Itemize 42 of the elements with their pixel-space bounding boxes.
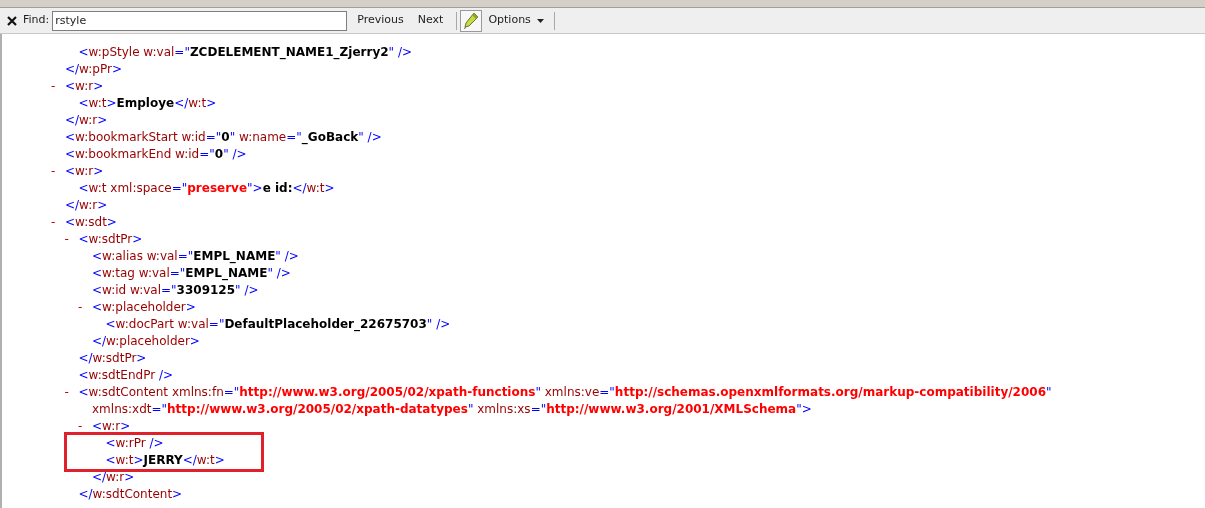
collapse-toggle[interactable]: - <box>64 231 73 248</box>
options-button[interactable]: Options <box>488 12 544 29</box>
xml-line: <w:id w:val="3309125" /> <box>92 283 259 297</box>
xml-line: <w:alias w:val="EMPL_NAME" /> <box>92 249 299 263</box>
collapse-toggle[interactable]: - <box>78 418 86 435</box>
xml-line: <w:t>JERRY</w:t> <box>105 453 225 467</box>
find-field[interactable]: rstyle <box>52 10 348 31</box>
xml-line: <w:tag w:val="EMPL_NAME" /> <box>92 266 291 280</box>
collapse-toggle[interactable]: - <box>51 78 59 95</box>
xml-line: </w:sdtContent> <box>78 487 183 501</box>
xml-line: </w:r> <box>65 113 108 127</box>
caret-icon <box>536 18 544 23</box>
xml-line: <w:rPr /> <box>105 436 164 450</box>
xml-line: <w:t xml:space="preserve">e id:</w:t> <box>78 181 335 195</box>
previous-button[interactable]: Previous <box>356 12 405 29</box>
xml-line: <w:r> <box>92 419 131 433</box>
xml-line: <w:placeholder> <box>92 300 196 314</box>
xml-line: xmlns:xdt="http://www.w3.org/2005/02/xpath-datatypes" xmlns:xs="http://www.w3.org/2001/XMLSchema"> <box>92 402 812 416</box>
xml-line: <w:r> <box>65 164 104 178</box>
next-button[interactable]: Next <box>416 12 445 29</box>
xml-line: <w:t>Employe</w:t> <box>78 96 217 110</box>
close-icon[interactable] <box>6 14 18 27</box>
collapse-toggle[interactable]: - <box>78 299 86 316</box>
xml-line: <w:sdtContent xmlns:fn="http://www.w3.org/2005/02/xpath-functions" xmlns:ve="http://schemas.openxmlformats.org/markup-compatibility/2006" <box>78 385 1052 399</box>
collapse-toggle[interactable]: - <box>51 214 59 231</box>
xml-line: <w:bookmarkStart w:id="0" w:name="_GoBack" /> <box>65 130 382 144</box>
xml-line: </w:pPr> <box>65 62 122 76</box>
xml-line: </w:r> <box>65 198 108 212</box>
xml-line: <w:bookmarkEnd w:id="0" /> <box>65 147 247 161</box>
collapse-toggle[interactable]: - <box>51 163 59 180</box>
xml-line: <w:r> <box>65 79 104 93</box>
highlighter-button[interactable] <box>460 9 483 32</box>
xml-line: <w:docPart w:val="DefaultPlaceholder_22675703" /> <box>105 317 451 331</box>
collapse-toggle[interactable]: - <box>64 384 73 401</box>
xml-line: <w:sdt> <box>65 215 117 229</box>
xml-line: <w:sdtEndPr /> <box>78 368 174 382</box>
xml-line: <w:pStyle w:val="ZCDELEMENT_NAME1_Zjerry2" /> <box>78 45 412 59</box>
xml-line: </w:placeholder> <box>92 334 200 348</box>
xml-line: <w:sdtPr> <box>78 232 143 246</box>
xml-line: </w:r> <box>92 470 135 484</box>
find-label: Find: <box>23 12 50 29</box>
xml-line: </w:sdtPr> <box>78 351 147 365</box>
